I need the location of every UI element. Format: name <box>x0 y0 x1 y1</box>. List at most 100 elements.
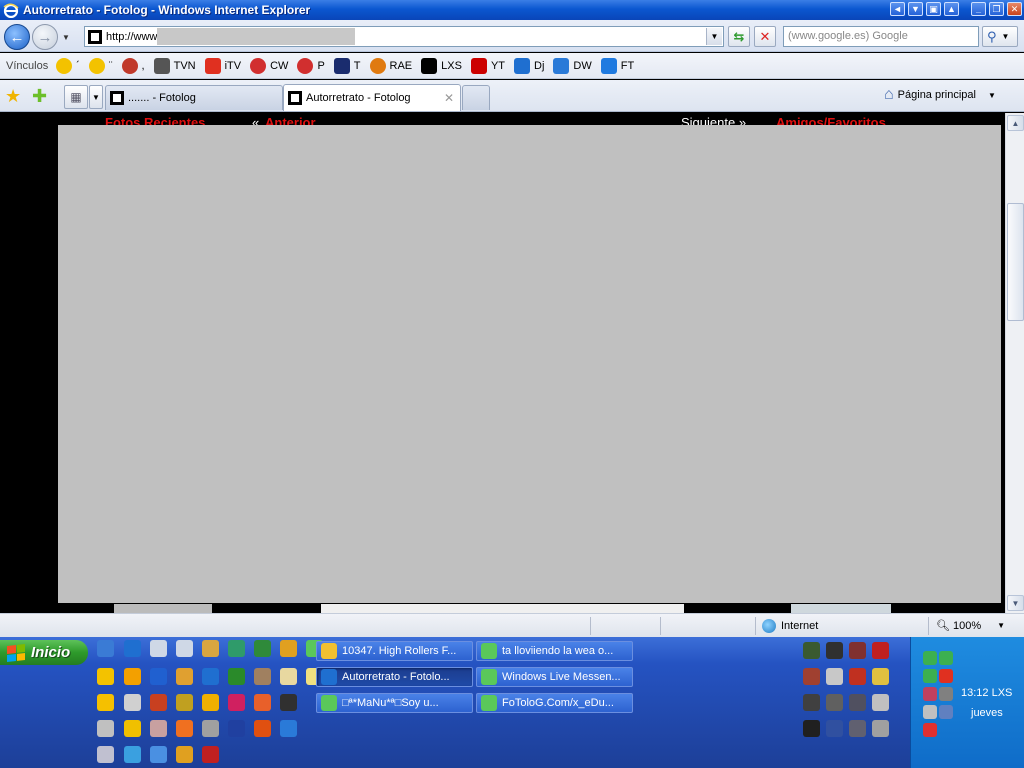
stop-button[interactable]: ✕ <box>754 26 776 47</box>
system-tray-icon[interactable] <box>939 669 953 683</box>
quick-launch-icon[interactable] <box>97 746 114 763</box>
add-favorite-icon[interactable]: ✚ <box>32 86 47 107</box>
taskbar-task[interactable]: FoToloG.Com/x_eDu... <box>476 693 633 713</box>
system-tray-icon[interactable] <box>939 687 953 701</box>
url-text[interactable]: http://www <box>106 31 157 43</box>
link-item[interactable]: TVN <box>153 57 196 74</box>
link-item[interactable]: , <box>121 57 145 74</box>
home-button[interactable]: ⌂ Página principal ▼ <box>884 86 996 104</box>
tray-app-icon[interactable] <box>826 642 843 659</box>
quick-launch-icon[interactable] <box>150 668 167 685</box>
tab-list-button[interactable]: ▼ <box>89 85 103 109</box>
system-tray-icon[interactable] <box>923 723 937 737</box>
quick-launch-icon[interactable] <box>97 720 114 737</box>
scroll-up-button[interactable]: ▲ <box>1007 115 1024 131</box>
quick-launch-icon[interactable] <box>97 640 114 657</box>
tray-app-icon[interactable] <box>849 720 866 737</box>
tray-app-icon[interactable] <box>803 642 820 659</box>
quick-launch-icon[interactable] <box>280 668 297 685</box>
quick-launch-icon[interactable] <box>176 720 193 737</box>
quick-launch-icon[interactable] <box>202 720 219 737</box>
system-tray-icon[interactable] <box>923 705 937 719</box>
quick-launch-icon[interactable] <box>150 720 167 737</box>
tray-app-icon[interactable] <box>849 642 866 659</box>
minimize-button[interactable]: _ <box>971 2 986 16</box>
chevron-down-icon[interactable]: ▼ <box>988 91 996 100</box>
quick-launch-icon[interactable] <box>124 668 141 685</box>
address-bar[interactable]: http://www ▼ <box>84 26 724 47</box>
quick-launch-icon[interactable] <box>124 746 141 763</box>
ie-extra-button[interactable]: ▲ <box>944 2 959 16</box>
tray-app-icon[interactable] <box>872 694 889 711</box>
quick-launch-icon[interactable] <box>176 640 193 657</box>
quick-launch-icon[interactable] <box>202 668 219 685</box>
quick-launch-icon[interactable] <box>254 640 271 657</box>
system-tray-icon[interactable] <box>923 687 937 701</box>
back-button[interactable]: ← <box>4 24 30 50</box>
tray-app-icon[interactable] <box>803 694 820 711</box>
tray-app-icon[interactable] <box>872 668 889 685</box>
quick-launch-icon[interactable] <box>228 720 245 737</box>
taskbar-task[interactable]: □ª*MaNu*ª□Soy u... <box>316 693 473 713</box>
link-item[interactable]: RAE <box>369 57 412 74</box>
quick-launch-icon[interactable] <box>228 668 245 685</box>
link-item[interactable]: P <box>297 57 325 74</box>
quick-launch-icon[interactable] <box>124 640 141 657</box>
link-item[interactable]: LXS <box>421 57 462 74</box>
quick-launch-icon[interactable] <box>176 694 193 711</box>
quick-launch-icon[interactable] <box>280 640 297 657</box>
link-item[interactable]: YT <box>470 57 505 74</box>
quick-launch-icon[interactable] <box>254 694 271 711</box>
quick-launch-icon[interactable] <box>150 746 167 763</box>
close-button[interactable]: ✕ <box>1007 2 1022 16</box>
tray-app-icon[interactable] <box>826 720 843 737</box>
history-dropdown[interactable]: ▼ <box>62 33 70 42</box>
tray-app-icon[interactable] <box>872 720 889 737</box>
search-button[interactable]: ⚲ ▼ <box>982 26 1018 47</box>
clock[interactable]: 13:12 LXS <box>961 687 1012 699</box>
taskbar-task[interactable]: 10347. High Rollers F... <box>316 641 473 661</box>
taskbar-task[interactable]: ta lloviiendo la wea o... <box>476 641 633 661</box>
link-item[interactable]: iTV <box>204 57 241 74</box>
quick-tabs-button[interactable]: ▦ <box>64 85 88 109</box>
quick-launch-icon[interactable] <box>202 640 219 657</box>
quick-launch-icon[interactable] <box>254 720 271 737</box>
start-button[interactable]: Inicio <box>0 640 88 665</box>
quick-launch-icon[interactable] <box>202 694 219 711</box>
tray-app-icon[interactable] <box>849 668 866 685</box>
vertical-scrollbar[interactable]: ▲ ▼ <box>1005 113 1024 613</box>
tray-app-icon[interactable] <box>826 694 843 711</box>
system-tray-icon[interactable] <box>923 651 937 665</box>
quick-launch-icon[interactable] <box>150 640 167 657</box>
link-item[interactable]: CW <box>250 57 288 74</box>
new-tab-button[interactable] <box>462 85 490 110</box>
forward-button[interactable]: → <box>32 24 58 50</box>
taskbar-task[interactable]: Windows Live Messen... <box>476 667 633 687</box>
taskbar-task[interactable]: Autorretrato - Fotolo... <box>316 667 473 687</box>
tray-app-icon[interactable] <box>872 642 889 659</box>
tray-app-icon[interactable] <box>826 668 843 685</box>
close-tab-icon[interactable]: ✕ <box>444 91 454 105</box>
quick-launch-icon[interactable] <box>176 668 193 685</box>
quick-launch-icon[interactable] <box>228 694 245 711</box>
ie-extra-button[interactable]: ◄ <box>890 2 905 16</box>
refresh-button[interactable]: ⇆ <box>728 26 750 47</box>
search-input[interactable]: (www.google.es) Google <box>783 26 979 47</box>
tray-app-icon[interactable] <box>803 668 820 685</box>
zoom-control[interactable]: 🔍︎ 100% ▼ <box>936 619 1005 633</box>
ie-extra-button[interactable]: ▣ <box>926 2 941 16</box>
favorites-star-icon[interactable]: ★ <box>5 86 21 107</box>
quick-launch-icon[interactable] <box>97 694 114 711</box>
system-tray-icon[interactable] <box>923 669 937 683</box>
quick-launch-icon[interactable] <box>280 720 297 737</box>
quick-launch-icon[interactable] <box>124 720 141 737</box>
quick-launch-icon[interactable] <box>176 746 193 763</box>
tray-app-icon[interactable] <box>803 720 820 737</box>
scroll-down-button[interactable]: ▼ <box>1007 595 1024 611</box>
link-item[interactable]: ´ <box>56 57 80 74</box>
quick-launch-icon[interactable] <box>228 640 245 657</box>
tab-fotolog[interactable]: ....... - Fotolog <box>105 85 283 110</box>
quick-launch-icon[interactable] <box>254 668 271 685</box>
tab-autorretrato[interactable]: Autorretrato - Fotolog ✕ <box>283 84 461 111</box>
link-item[interactable]: DW <box>553 57 592 74</box>
